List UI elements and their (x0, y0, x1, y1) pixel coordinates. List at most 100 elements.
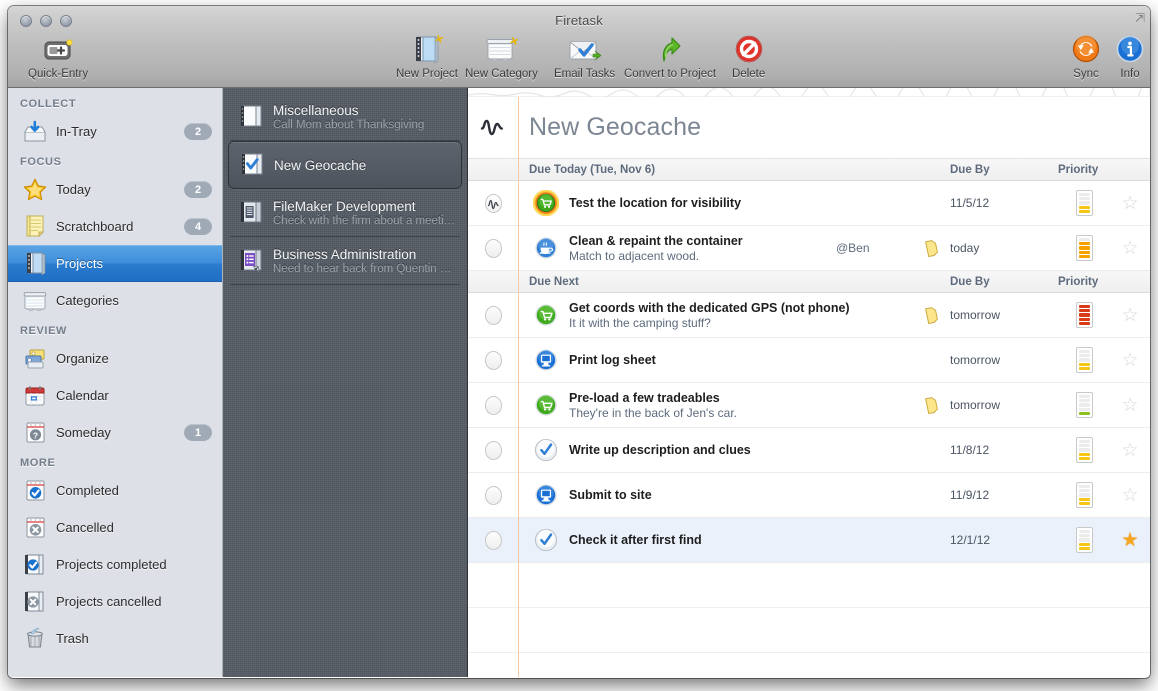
email-tasks-icon (567, 32, 603, 64)
task-priority[interactable] (1058, 527, 1110, 553)
coffee-icon (529, 236, 563, 260)
cart-icon (529, 303, 563, 327)
sidebar-section-focus: FOCUS (20, 156, 62, 168)
table-row[interactable]: Clean & repaint the container Match to a… (468, 226, 1150, 271)
sidebar-section-more: MORE (20, 457, 56, 469)
toolbar-button-new-category[interactable]: New Category (465, 32, 538, 80)
cancelled-icon (20, 514, 50, 542)
sidebar-item-label: Today (56, 182, 91, 197)
star-icon: ☆ (1121, 349, 1139, 371)
task-priority[interactable] (1058, 190, 1110, 216)
completed-icon (20, 477, 50, 505)
note-attachment-icon[interactable] (910, 306, 950, 324)
task-flag-toggle[interactable]: ☆ (1110, 194, 1150, 213)
sidebar-item-projects-completed[interactable]: Projects completed (8, 546, 222, 583)
priority-meter-icon (1075, 190, 1093, 216)
toolbar-button-convert-to-project[interactable]: Convert to Project (624, 32, 716, 80)
window-title: Firetask (555, 13, 603, 28)
task-flag-toggle[interactable]: ★ (1110, 531, 1150, 550)
project-list-item[interactable]: FileMaker Development Check with the fir… (228, 189, 462, 237)
table-row[interactable]: Print log sheet tomorrow ☆ (468, 338, 1150, 383)
task-title: Pre-load a few tradeables (569, 390, 720, 405)
sidebar-item-completed[interactable]: Completed (8, 472, 222, 509)
sidebar-item-organize[interactable]: Organize (8, 340, 222, 377)
sidebar-item-label: Scratchboard (56, 219, 134, 234)
task-status-toggle[interactable] (468, 193, 518, 213)
task-priority[interactable] (1058, 235, 1110, 261)
resize-corner-icon[interactable]: ⇱ (1135, 11, 1145, 25)
empty-row[interactable] (468, 563, 1150, 608)
task-status-toggle[interactable] (468, 485, 518, 505)
project-list: Miscellaneous Call Mom about Thanksgivin… (223, 88, 468, 677)
toolbar-label: Delete (732, 68, 766, 80)
task-status-toggle[interactable] (468, 305, 518, 325)
task-flag-toggle[interactable]: ☆ (1110, 486, 1150, 505)
task-priority[interactable] (1058, 302, 1110, 328)
table-row[interactable]: Write up description and clues 11/8/12 ☆ (468, 428, 1150, 473)
task-flag-toggle[interactable]: ☆ (1110, 239, 1150, 258)
status-open-icon (484, 350, 502, 370)
toolbar-button-new-project[interactable]: New Project (396, 32, 458, 80)
priority-meter-icon (1075, 302, 1093, 328)
priority-meter-icon (1075, 482, 1093, 508)
project-list-item-selected[interactable]: New Geocache (228, 141, 462, 189)
sidebar-item-cancelled[interactable]: Cancelled (8, 509, 222, 546)
calendar-icon (20, 382, 50, 410)
task-title: Submit to site (569, 488, 652, 502)
task-priority[interactable] (1058, 437, 1110, 463)
table-row-selected[interactable]: Check it after first find 12/1/12 ★ (468, 518, 1150, 563)
task-status-toggle[interactable] (468, 530, 518, 550)
task-flag-toggle[interactable]: ☆ (1110, 396, 1150, 415)
sidebar-item-label: Projects (56, 256, 103, 271)
sidebar-item-categories[interactable]: Categories (8, 282, 222, 319)
sidebar-item-in-tray[interactable]: In-Tray 2 (8, 113, 222, 150)
task-priority[interactable] (1058, 392, 1110, 418)
sidebar-item-calendar[interactable]: Calendar (8, 377, 222, 414)
sidebar-item-trash[interactable]: Trash (8, 620, 222, 657)
group-label: Due Today (Tue, Nov 6) (529, 163, 656, 176)
note-attachment-icon[interactable] (910, 239, 950, 257)
project-list-item[interactable]: Miscellaneous Call Mom about Thanksgivin… (228, 93, 462, 141)
task-panel: New Geocache Due Today (Tue, Nov 6) Due … (468, 88, 1150, 677)
column-header-priority: Priority (1058, 163, 1099, 176)
sidebar-item-projects[interactable]: Projects (8, 245, 222, 282)
toolbar-label: New Project (396, 68, 458, 80)
task-priority[interactable] (1058, 347, 1110, 373)
task-status-toggle[interactable] (468, 350, 518, 370)
toolbar-button-quick-entry[interactable]: Quick-Entry (28, 32, 88, 80)
star-icon: ☆ (1121, 394, 1139, 416)
table-row[interactable]: Pre-load a few tradeables They're in the… (468, 383, 1150, 428)
sidebar-item-today[interactable]: Today 2 (8, 171, 222, 208)
toolbar-button-sync[interactable]: Sync (1071, 32, 1101, 80)
table-row[interactable]: Submit to site 11/9/12 ☆ (468, 473, 1150, 518)
sidebar-item-scratchboard[interactable]: Scratchboard 4 (8, 208, 222, 245)
someday-icon: ? (20, 419, 50, 447)
task-status-toggle[interactable] (468, 395, 518, 415)
empty-row[interactable] (468, 608, 1150, 653)
badge-count: 2 (184, 123, 212, 140)
sidebar-item-projects-cancelled[interactable]: Projects cancelled (8, 583, 222, 620)
task-status-toggle[interactable] (468, 440, 518, 460)
cart-icon (529, 393, 563, 417)
project-list-item[interactable]: Business Administration Need to hear bac… (228, 237, 462, 285)
window-body: COLLECT In-Tray 2 FOCUS Today 2 Scratchb… (8, 88, 1150, 677)
projects-cancelled-icon (20, 588, 50, 616)
task-status-toggle[interactable] (468, 238, 518, 258)
sidebar-section-collect: COLLECT (20, 98, 77, 110)
toolbar-button-info[interactable]: Info (1115, 32, 1145, 80)
task-priority[interactable] (1058, 482, 1110, 508)
note-attachment-icon[interactable] (910, 396, 950, 414)
computer-icon (529, 348, 563, 372)
table-row[interactable]: Test the location for visibility 11/5/12… (468, 181, 1150, 226)
task-flag-toggle[interactable]: ☆ (1110, 441, 1150, 460)
status-open-icon (484, 305, 502, 325)
sidebar-item-someday[interactable]: ? Someday 1 (8, 414, 222, 451)
task-flag-toggle[interactable]: ☆ (1110, 351, 1150, 370)
status-open-icon (484, 395, 502, 415)
toolbar-button-delete[interactable]: Delete (732, 32, 765, 80)
table-row[interactable]: Get coords with the dedicated GPS (not p… (468, 293, 1150, 338)
project-title: New Geocache (274, 157, 367, 173)
project-title: FileMaker Development (273, 199, 416, 214)
task-flag-toggle[interactable]: ☆ (1110, 306, 1150, 325)
toolbar-button-email-tasks[interactable]: Email Tasks (554, 32, 615, 80)
